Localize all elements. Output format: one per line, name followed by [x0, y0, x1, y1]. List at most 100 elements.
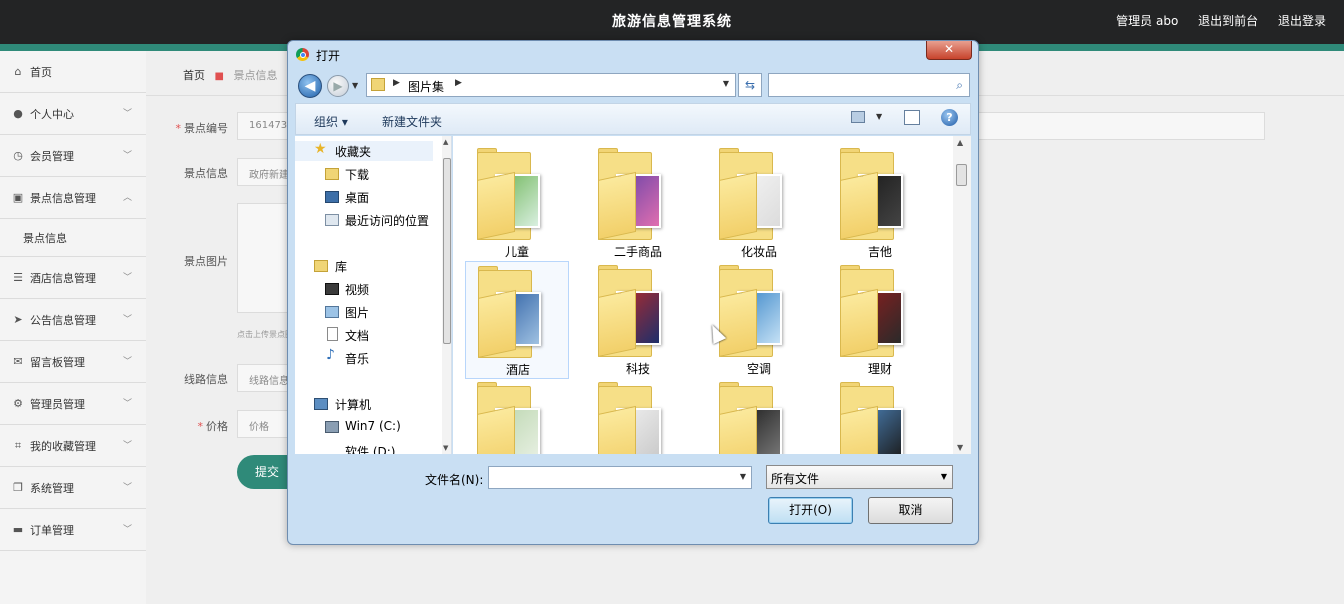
cancel-button[interactable]: 取消: [868, 497, 953, 524]
scrollbar-thumb[interactable]: [956, 164, 967, 186]
search-input[interactable]: ⌕: [768, 73, 970, 97]
file-scrollbar[interactable]: ▲ ▼: [953, 136, 971, 454]
logout-link[interactable]: 退出登录: [1278, 14, 1326, 28]
search-icon: ⌕: [956, 78, 963, 92]
navigation-pane: ★ 收藏夹 下载 桌面 最近访问的位置 库 视频 图片 文档 ♪ 音乐 计算机 …: [295, 136, 452, 454]
folder-item[interactable]: [465, 378, 569, 454]
preview-pane-icon[interactable]: [904, 110, 920, 125]
folder-item[interactable]: 化妆品: [707, 144, 811, 262]
filetype-dropdown-icon: ▼: [940, 472, 947, 481]
folder-item[interactable]: [586, 378, 690, 454]
nav-item-documents[interactable]: 文档: [345, 327, 369, 344]
computer-icon: [314, 398, 328, 410]
scroll-up-icon[interactable]: ▲: [957, 138, 963, 147]
sidebar-item-label: 酒店信息管理: [30, 271, 96, 285]
nav-item-videos[interactable]: 视频: [345, 281, 369, 298]
sidebar-item-notices[interactable]: ➤ 公告信息管理 ﹀: [0, 299, 146, 341]
chevron-down-icon: ﹀: [122, 441, 132, 451]
folder-icon: [371, 78, 385, 91]
new-folder-button[interactable]: 新建文件夹: [382, 113, 442, 130]
nav-item-computer[interactable]: 计算机: [335, 396, 371, 413]
image-label: 景点图片: [184, 255, 228, 268]
sidebar-item-system[interactable]: ❐ 系统管理 ﹀: [0, 467, 146, 509]
folder-item[interactable]: 吉他: [828, 144, 932, 262]
recent-places-icon: [325, 214, 339, 226]
sidebar-item-label: 公告信息管理: [30, 313, 96, 327]
sidebar-item-profile[interactable]: ● 个人中心 ﹀: [0, 93, 146, 135]
folder-icon: [719, 382, 785, 454]
admin-label: 管理员 abo: [1116, 14, 1179, 28]
sidebar-item-messages[interactable]: ✉ 留言板管理 ﹀: [0, 341, 146, 383]
folder-item[interactable]: [828, 378, 932, 454]
folder-item[interactable]: 二手商品: [586, 144, 690, 262]
documents-icon: [327, 327, 338, 341]
folder-item[interactable]: [707, 378, 811, 454]
folder-item[interactable]: 空调: [707, 261, 811, 379]
sidebar-item-attractions[interactable]: ▣ 景点信息管理 ︿: [0, 177, 146, 219]
sidebar-item-label: 会员管理: [30, 149, 74, 163]
scrollbar-thumb[interactable]: [443, 158, 451, 344]
sidebar-item-home[interactable]: ⌂ 首页: [0, 51, 146, 93]
sidebar-item-label: 管理员管理: [30, 397, 85, 411]
nav-item-drive-c[interactable]: Win7 (C:): [345, 419, 401, 433]
chevron-down-icon: ﹀: [122, 525, 132, 535]
exit-to-front-link[interactable]: 退出到前台: [1198, 14, 1258, 28]
scroll-up-icon[interactable]: ▲: [443, 138, 448, 146]
folder-item[interactable]: 儿童: [465, 144, 569, 262]
sidebar-item-orders[interactable]: ▬ 订单管理 ﹀: [0, 509, 146, 551]
history-dropdown-icon[interactable]: ▼: [352, 81, 358, 90]
scroll-down-icon[interactable]: ▼: [957, 443, 963, 452]
folder-label: 酒店: [505, 363, 530, 377]
folder-item[interactable]: 科技: [586, 261, 690, 379]
scroll-down-icon[interactable]: ▼: [443, 444, 448, 452]
chevron-right-icon: ▶: [393, 78, 400, 88]
sidebar-item-favorites[interactable]: ⌗ 我的收藏管理 ﹀: [0, 425, 146, 467]
sidebar-item-label: 订单管理: [30, 523, 74, 537]
folder-item[interactable]: 理财: [828, 261, 932, 379]
close-button[interactable]: ✕: [926, 41, 972, 60]
filename-input[interactable]: ▼: [488, 466, 752, 489]
sidebar-item-members[interactable]: ◷ 会员管理 ﹀: [0, 135, 146, 177]
nav-item-music[interactable]: 音乐: [345, 350, 369, 367]
nav-scrollbar[interactable]: ▲ ▼: [442, 136, 451, 454]
address-dropdown-icon[interactable]: ▼: [723, 79, 729, 88]
chevron-down-icon: ﹀: [122, 399, 132, 409]
filename-dropdown-icon[interactable]: ▼: [740, 472, 746, 481]
address-bar[interactable]: ▶ 图片集 ▶ ▼: [366, 73, 736, 97]
sidebar-item-admins[interactable]: ⚙ 管理员管理 ﹀: [0, 383, 146, 425]
breadcrumb-home[interactable]: 首页: [183, 69, 205, 82]
nav-item-library[interactable]: 库: [335, 258, 347, 275]
sidebar-item-label: 首页: [30, 65, 52, 79]
refresh-button[interactable]: ⇆: [738, 73, 762, 97]
nav-item-desktop[interactable]: 桌面: [345, 189, 369, 206]
star-icon: ★: [314, 141, 327, 157]
filetype-select[interactable]: 所有文件 ▼: [766, 465, 953, 489]
nav-item-pictures[interactable]: 图片: [345, 304, 369, 321]
pictures-icon: [325, 306, 339, 318]
nav-item-recent[interactable]: 最近访问的位置: [345, 212, 429, 229]
help-icon[interactable]: ?: [941, 109, 958, 126]
forward-button[interactable]: ▶: [327, 75, 349, 97]
folder-icon: [840, 148, 906, 240]
organize-button[interactable]: 组织 ▾: [314, 113, 348, 130]
music-icon: ♪: [326, 347, 335, 363]
view-dropdown-icon[interactable]: ▼: [876, 112, 882, 121]
open-button[interactable]: 打开(O): [768, 497, 853, 524]
folder-icon: [840, 265, 906, 357]
chrome-icon: [296, 48, 309, 61]
folder-icon: [598, 382, 664, 454]
name-label: 景点信息: [184, 167, 228, 180]
folder-item[interactable]: 酒店: [465, 261, 569, 379]
folder-icon: [477, 382, 543, 454]
back-button[interactable]: ◀: [298, 74, 322, 98]
folder-label: 吉他: [867, 245, 892, 259]
sidebar-item-hotels[interactable]: ☰ 酒店信息管理 ﹀: [0, 257, 146, 299]
view-icon[interactable]: [851, 111, 865, 123]
folder-label: 二手商品: [613, 245, 662, 259]
nav-item-drive-d[interactable]: 软件 (D:): [345, 443, 395, 454]
chevron-right-icon[interactable]: ▶: [455, 78, 462, 88]
nav-item-favorites[interactable]: 收藏夹: [335, 143, 371, 160]
nav-item-downloads[interactable]: 下载: [345, 166, 369, 183]
sidebar-subitem-attraction-info[interactable]: 景点信息: [0, 219, 146, 257]
address-path[interactable]: 图片集: [408, 78, 444, 95]
